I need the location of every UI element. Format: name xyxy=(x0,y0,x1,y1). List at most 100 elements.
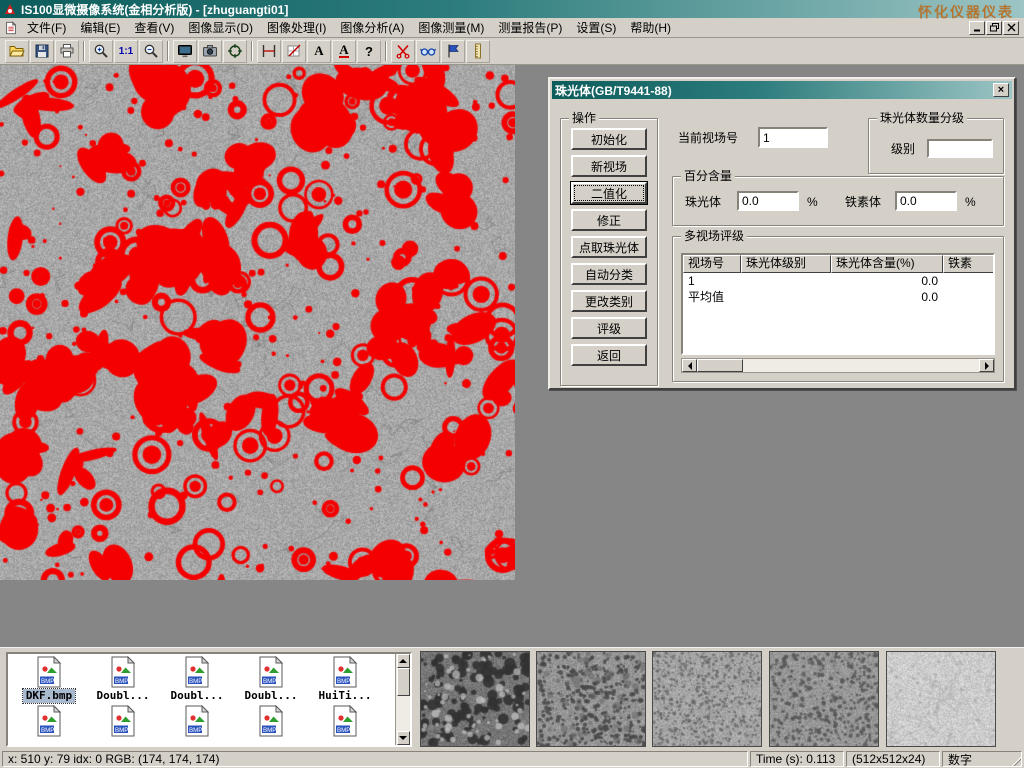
image-thumbnail[interactable] xyxy=(886,651,996,747)
down-arrow-icon xyxy=(399,736,407,744)
zoom-out-icon[interactable] xyxy=(139,40,163,63)
print-icon[interactable] xyxy=(55,40,79,63)
resize-grip[interactable] xyxy=(1008,753,1021,766)
dialog-title-bar[interactable]: 珠光体(GB/T9441-88) × xyxy=(552,81,1012,99)
table-column-header[interactable]: 铁素 xyxy=(943,255,995,273)
menu-item[interactable]: 图像测量(M) xyxy=(411,17,491,38)
file-item[interactable]: BMP xyxy=(308,705,382,737)
image-thumbnail[interactable] xyxy=(652,651,762,747)
ruler-icon[interactable] xyxy=(466,40,490,63)
font-style-icon[interactable]: A xyxy=(332,40,356,63)
table-hscrollbar[interactable] xyxy=(681,358,995,373)
help-icon[interactable]: ? xyxy=(357,40,381,63)
file-scroll-thumb[interactable] xyxy=(397,668,410,696)
menu-item[interactable]: 文件(F) xyxy=(20,17,73,38)
grid-measure-icon[interactable] xyxy=(282,40,306,63)
level-input[interactable] xyxy=(927,139,993,158)
scroll-left-button[interactable] xyxy=(682,359,697,372)
menu-item[interactable]: 图像显示(D) xyxy=(181,17,260,38)
file-name-label: Doubl... xyxy=(168,689,227,703)
operation-button[interactable]: 新视场 xyxy=(571,155,647,177)
menu-item[interactable]: 图像分析(A) xyxy=(333,17,411,38)
mdi-minimize-button[interactable] xyxy=(969,21,985,35)
table-column-header[interactable]: 视场号 xyxy=(683,255,741,273)
dialog-title: 珠光体(GB/T9441-88) xyxy=(555,82,672,99)
dialog-close-button[interactable]: × xyxy=(993,83,1009,97)
glasses-icon[interactable] xyxy=(416,40,440,63)
scroll-thumb[interactable] xyxy=(697,359,743,372)
menu-item[interactable]: 编辑(E) xyxy=(73,17,127,38)
zoom-in-icon[interactable] xyxy=(89,40,113,63)
status-position: x: 510 y: 79 idx: 0 RGB: (174, 174, 174) xyxy=(2,751,748,767)
rating-table: 视场号珠光体级别珠光体含量(%)铁素 10.0平均值0.0 xyxy=(681,253,995,355)
menu-item[interactable]: 帮助(H) xyxy=(623,17,678,38)
scroll-right-button[interactable] xyxy=(979,359,994,372)
ferrite-label: 铁素体 xyxy=(845,192,881,212)
table-column-header[interactable]: 珠光体级别 xyxy=(741,255,831,273)
font-icon[interactable]: A xyxy=(307,40,331,63)
status-mode: 数字 xyxy=(942,751,1022,767)
file-item[interactable]: BMPHuiTi... xyxy=(308,656,382,703)
caliper-icon[interactable] xyxy=(257,40,281,63)
actual-size-icon[interactable]: 1:1 xyxy=(114,40,138,63)
operation-button[interactable]: 二值化 xyxy=(571,182,647,204)
display-icon[interactable] xyxy=(173,40,197,63)
menu-item[interactable]: 设置(S) xyxy=(569,17,623,38)
document-icon[interactable] xyxy=(2,20,20,36)
camera-icon[interactable] xyxy=(198,40,222,63)
save-icon[interactable] xyxy=(30,40,54,63)
scroll-up-button[interactable] xyxy=(397,654,410,668)
operation-button[interactable]: 修正 xyxy=(571,209,647,231)
image-thumbnail[interactable] xyxy=(536,651,646,747)
operation-button[interactable]: 返回 xyxy=(571,344,647,366)
table-cell xyxy=(741,289,831,305)
file-item[interactable]: BMPDKF.bmp xyxy=(12,656,86,703)
mdi-close-button[interactable] xyxy=(1003,21,1019,35)
current-field-label: 当前视场号 xyxy=(678,128,738,148)
target-icon[interactable] xyxy=(223,40,247,63)
title-bar[interactable]: IS100显微摄像系统(金相分析版) - [zhuguangti01] xyxy=(0,0,1024,18)
ferrite-value-input[interactable] xyxy=(895,191,957,211)
mdi-controls xyxy=(969,21,1022,35)
flag-icon[interactable] xyxy=(441,40,465,63)
scroll-down-button[interactable] xyxy=(397,731,410,745)
menu-item[interactable]: 查看(V) xyxy=(127,17,181,38)
file-item[interactable]: BMP xyxy=(234,705,308,737)
operation-button[interactable]: 点取珠光体 xyxy=(571,236,647,258)
open-icon[interactable] xyxy=(5,40,29,63)
file-name-label: Doubl... xyxy=(242,689,301,703)
svg-text:BMP: BMP xyxy=(115,727,128,734)
menu-item[interactable]: 图像处理(I) xyxy=(260,17,333,38)
table-column-header[interactable]: 珠光体含量(%) xyxy=(831,255,943,273)
operation-button[interactable]: 评级 xyxy=(571,317,647,339)
image-thumbnail[interactable] xyxy=(420,651,530,747)
image-thumbnail[interactable] xyxy=(769,651,879,747)
table-row[interactable]: 平均值0.0 xyxy=(683,289,993,305)
file-item[interactable]: BMPDoubl... xyxy=(160,656,234,703)
thumbnail-image xyxy=(537,652,645,746)
pearlite-value-input[interactable] xyxy=(737,191,799,211)
operation-button[interactable]: 自动分类 xyxy=(571,263,647,285)
table-row[interactable]: 10.0 xyxy=(683,273,993,289)
window-title: IS100显微摄像系统(金相分析版) - [zhuguangti01] xyxy=(21,1,288,18)
operation-button[interactable]: 初始化 xyxy=(571,128,647,150)
toolbar-separator xyxy=(167,41,169,61)
file-item[interactable]: BMP xyxy=(160,705,234,737)
metallographic-image[interactable] xyxy=(0,65,515,580)
pearlite-unit: % xyxy=(807,192,818,212)
file-item[interactable]: BMP xyxy=(86,705,160,737)
left-arrow-icon xyxy=(684,362,692,370)
operation-button[interactable]: 更改类别 xyxy=(571,290,647,312)
file-item[interactable]: BMPDoubl... xyxy=(234,656,308,703)
cut-icon[interactable] xyxy=(391,40,415,63)
file-item[interactable]: BMPDoubl... xyxy=(86,656,160,703)
svg-text:BMP: BMP xyxy=(337,727,350,734)
current-field-input[interactable] xyxy=(758,127,828,148)
file-item[interactable]: BMP xyxy=(12,705,86,737)
app-icon xyxy=(3,2,17,16)
file-list-scrollbar[interactable] xyxy=(395,654,410,745)
operation-buttons: 初始化新视场二值化修正点取珠光体自动分类更改类别评级返回 xyxy=(561,119,657,366)
file-row-2: BMPBMPBMPBMPBMP xyxy=(8,703,410,737)
menu-item[interactable]: 测量报告(P) xyxy=(491,17,569,38)
mdi-restore-button[interactable] xyxy=(986,21,1002,35)
